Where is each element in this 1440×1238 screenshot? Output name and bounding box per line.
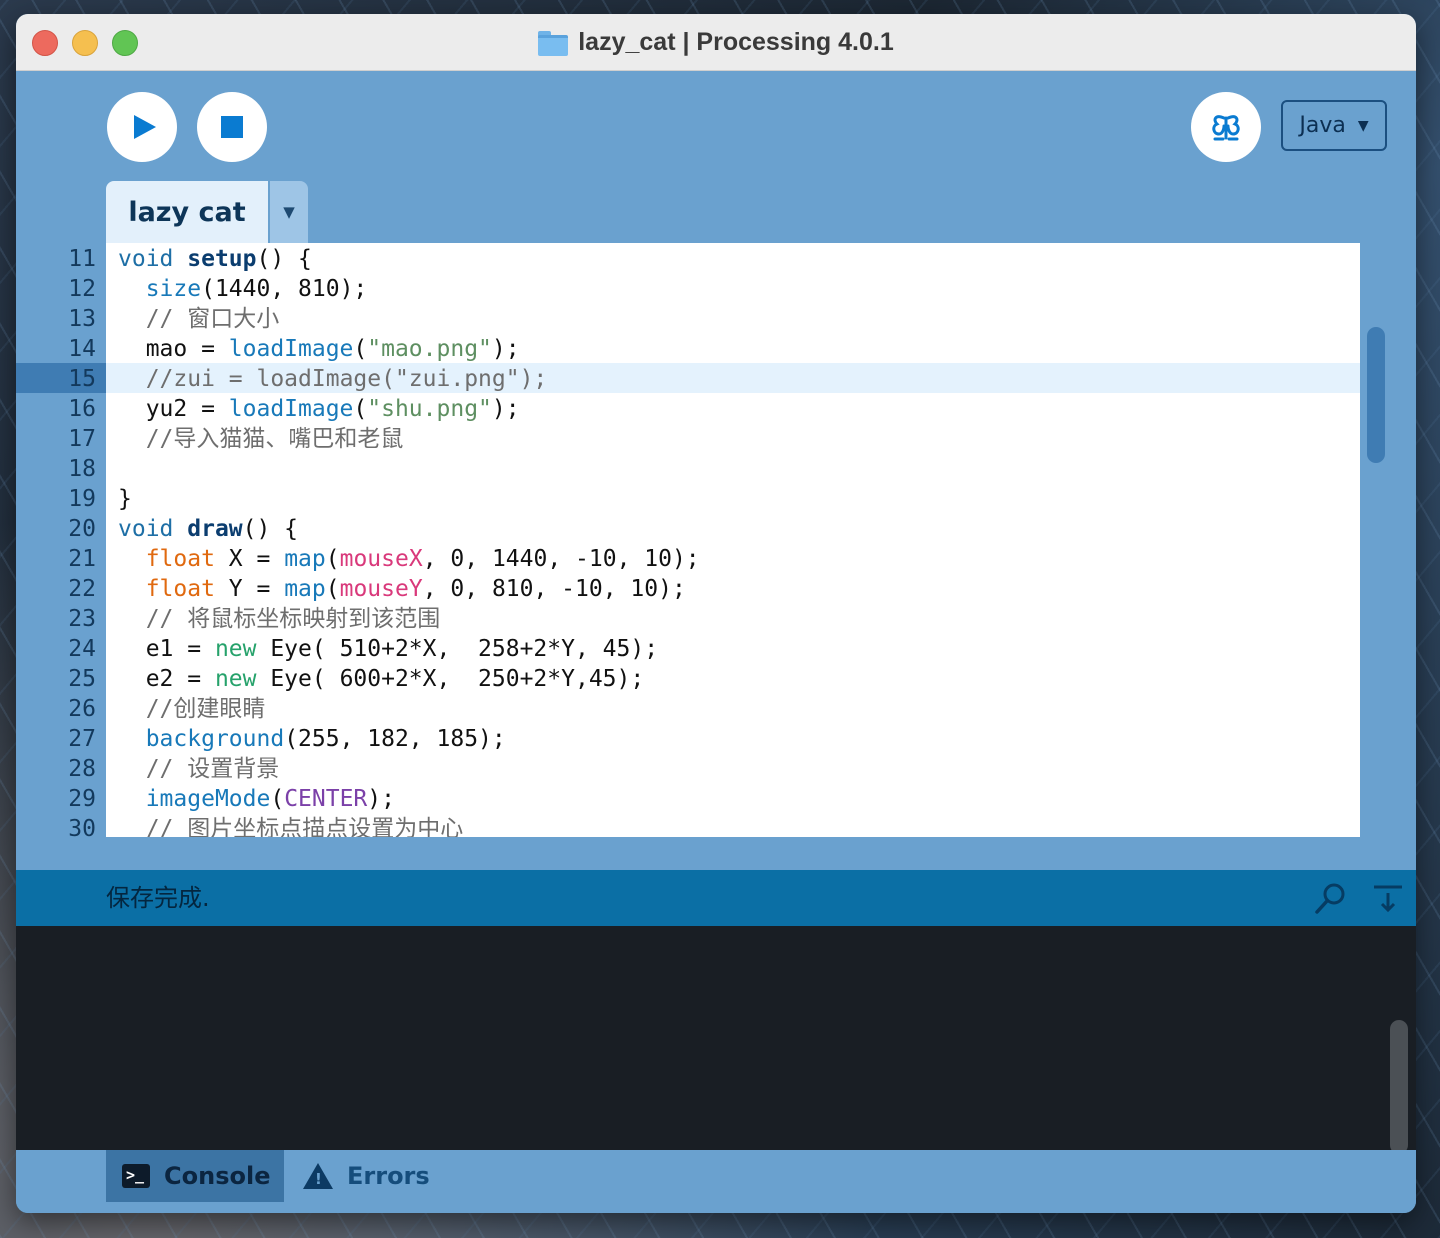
tab-errors[interactable]: ! Errors [301,1150,441,1202]
search-icon[interactable] [1314,881,1348,915]
line-number-gutter: 11 12 13 14 15 16 17 18 19 20 21 22 23 24 25 26 27 28 29 30 [16,243,106,842]
code-line: float X = map(mouseX, 0, 1440, -10, 10); [145,546,700,572]
line-number: 11 [68,246,96,272]
processing-window: lazy_cat | Processing 4.0.1 Java ▼ lazy … [16,14,1416,1213]
chevron-down-icon: ▼ [283,203,295,221]
mode-selector[interactable]: Java ▼ [1281,100,1387,151]
line-number: 27 [68,726,96,752]
line-number: 15 [68,366,96,392]
tab-lazy-cat[interactable]: lazy cat [106,181,268,243]
tab-menu-button[interactable]: ▼ [270,181,308,243]
code-line: void setup() { [118,246,312,272]
tab-console-label: Console [164,1162,271,1190]
code-line: // 窗口大小 [145,306,280,332]
code-line: void draw() { [118,516,299,542]
collapse-console-icon[interactable] [1372,883,1404,915]
line-number: 25 [68,666,96,692]
code-line: yu2 = loadImage("shu.png"); [118,396,520,422]
line-number: 22 [68,576,96,602]
toolbar: Java ▼ [16,71,1416,181]
line-number: 18 [68,456,96,482]
debug-button[interactable] [1191,92,1261,162]
line-number: 26 [68,696,96,722]
window-title: lazy_cat | Processing 4.0.1 [578,27,894,56]
stop-button[interactable] [197,92,267,162]
status-bar: 保存完成. [16,870,1416,926]
code-line: size(1440, 810); [145,276,368,302]
status-message: 保存完成. [106,884,210,912]
line-number: 12 [68,276,96,302]
code-line: mao = loadImage("mao.png"); [118,336,520,362]
code-line: float Y = map(mouseY, 0, 810, -10, 10); [145,576,686,602]
code-line: imageMode(CENTER); [145,786,395,812]
code-line: // 将鼠标坐标映射到该范围 [145,606,441,632]
line-number: 29 [68,786,96,812]
code-line: //创建眼睛 [145,696,266,722]
sketch-tabs: lazy cat ▼ [16,181,1416,243]
terminal-icon: >_ [122,1164,150,1188]
bottom-tab-bar: >_ Console ! Errors [16,1150,1416,1213]
tab-console[interactable]: >_ Console [106,1150,284,1202]
run-button[interactable] [107,92,177,162]
tab-errors-label: Errors [347,1162,430,1190]
code-text-area[interactable]: void setup() { size(1440, 810); // 窗口大小 … [106,243,1360,837]
line-number: 28 [68,756,96,782]
code-line: // 设置背景 [145,756,280,782]
line-number: 20 [68,516,96,542]
code-line: e2 = new Eye( 600+2*X, 250+2*Y,45); [118,666,645,692]
line-number: 24 [68,636,96,662]
code-line: //导入猫猫、嘴巴和老鼠 [145,426,404,452]
line-number: 19 [68,486,96,512]
console-output[interactable] [16,926,1416,1154]
play-icon [134,115,156,139]
code-line: } [118,486,132,512]
code-line: e1 = new Eye( 510+2*X, 258+2*Y, 45); [118,636,659,662]
code-editor: 11 12 13 14 15 16 17 18 19 20 21 22 23 24 25 26 27 28 29 30… [16,243,1416,842]
code-line: background(255, 182, 185); [145,726,506,752]
code-line: //zui = loadImage("zui.png"); [145,366,548,392]
code-line: // 图片坐标点描点设置为中心 [145,816,464,837]
console-scrollbar-thumb[interactable] [1390,1020,1408,1154]
line-number: 13 [68,306,96,332]
warning-icon: ! [303,1163,333,1189]
folder-icon [538,31,569,56]
butterfly-icon [1212,115,1240,141]
line-number: 14 [68,336,96,362]
stop-icon [221,116,243,138]
line-number: 21 [68,546,96,572]
editor-divider[interactable] [16,837,1416,870]
title-bar: lazy_cat | Processing 4.0.1 [16,14,1416,71]
chevron-down-icon: ▼ [1357,117,1369,134]
line-number: 17 [68,426,96,452]
mode-label: Java [1299,113,1346,138]
line-number: 23 [68,606,96,632]
editor-scrollbar-thumb[interactable] [1367,327,1385,463]
line-number: 16 [68,396,96,422]
